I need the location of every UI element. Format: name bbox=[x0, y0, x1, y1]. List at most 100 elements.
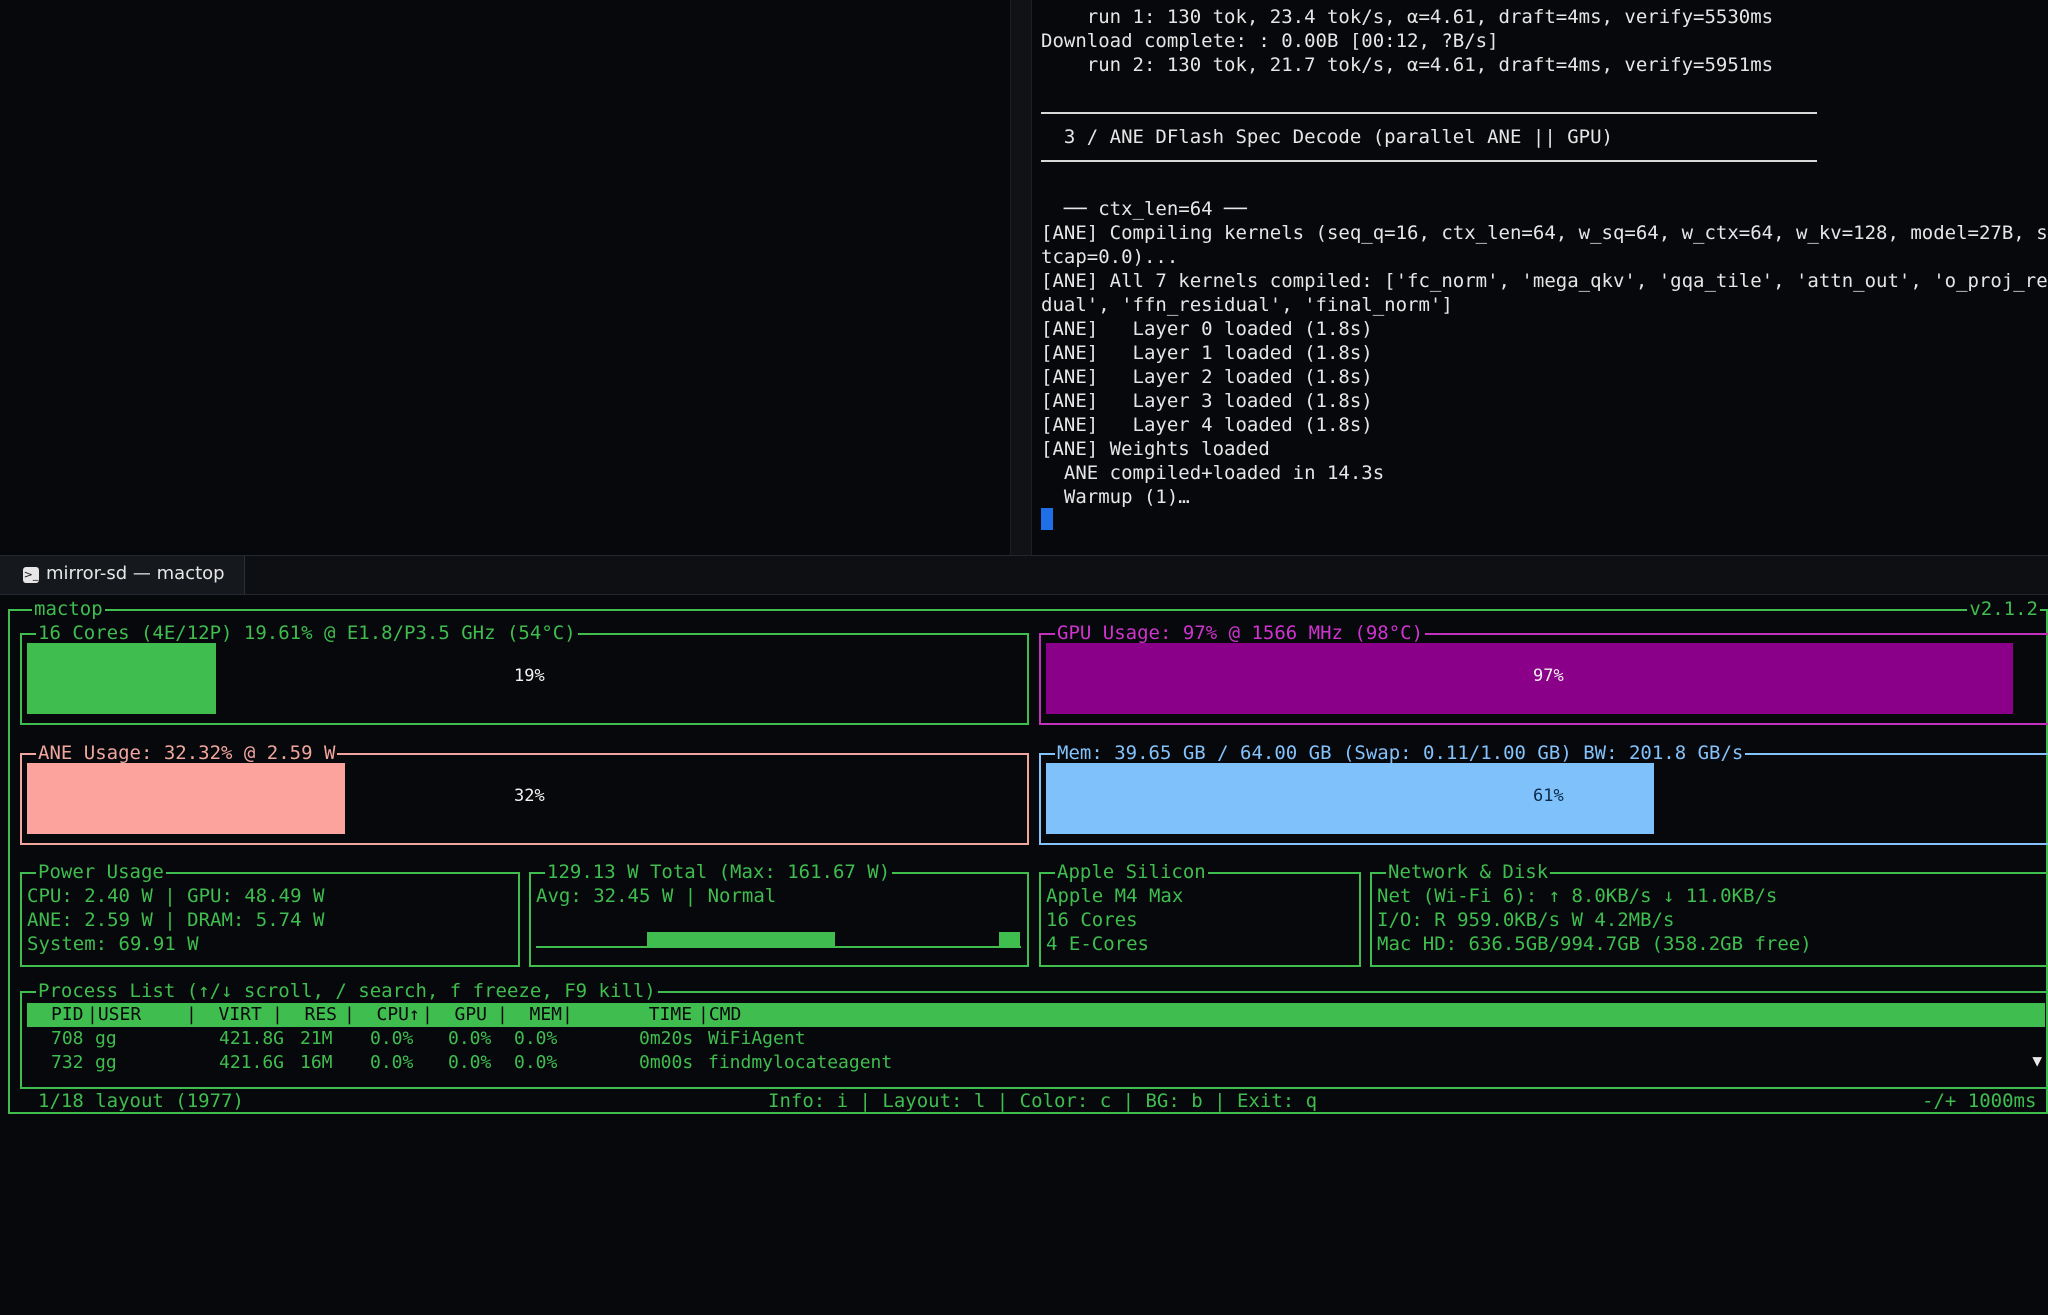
footer-refresh-interval[interactable]: -/+ 1000ms bbox=[1918, 1090, 2041, 1112]
pane-divider[interactable] bbox=[1010, 0, 1032, 555]
cpu-gauge: 16 Cores (4E/12P) 19.61% @ E1.8/P3.5 GHz… bbox=[20, 622, 1029, 725]
cpu-gauge-percent: 19% bbox=[514, 666, 545, 686]
gpu-gauge: GPU Usage: 97% @ 1566 MHz (98°C) 97% bbox=[1039, 622, 2048, 725]
cell-cmd: WiFiAgent bbox=[708, 1028, 806, 1049]
terminal-icon: >_ bbox=[23, 567, 39, 583]
memory-gauge-percent: 61% bbox=[1533, 786, 1564, 806]
terminal-line: [ANE] Layer 2 loaded (1.8s) bbox=[1041, 366, 1373, 388]
mactop-app[interactable]: mactop v2.1.2 16 Cores (4E/12P) 19.61% @… bbox=[0, 595, 2048, 1141]
tab-title: mirror-sd — mactop bbox=[46, 563, 225, 584]
terminal-line: Warmup (1)… bbox=[1041, 486, 1190, 508]
network-disk-panel: Network & Disk Net (Wi-Fi 6): ↑ 8.0KB/s … bbox=[1370, 861, 2048, 967]
cell-cpu: 0.0% bbox=[370, 1052, 414, 1073]
terminal-pane-left[interactable] bbox=[0, 0, 1010, 555]
network-disk-label: Network & Disk bbox=[1386, 861, 1551, 883]
header-user[interactable]: |USER bbox=[87, 1003, 141, 1027]
power-sparkline-bar bbox=[647, 932, 835, 947]
footer-bar: 1/18 layout (1977) Info: i | Layout: l |… bbox=[8, 1090, 2048, 1112]
cell-virt: 421.6G bbox=[219, 1052, 285, 1073]
silicon-line: Apple M4 Max bbox=[1046, 885, 1184, 907]
terminal-line: [ANE] Compiling kernels (seq_q=16, ctx_l… bbox=[1041, 222, 2048, 244]
header-mem[interactable]: | MEM bbox=[497, 1003, 562, 1027]
table-row[interactable]: 708 gg 421.8G 21M 0.0% 0.0% 0.0% 0m20s W… bbox=[27, 1027, 2045, 1051]
silicon-line: 16 Cores bbox=[1046, 909, 1138, 931]
cell-gpu: 0.0% bbox=[448, 1052, 492, 1073]
disk-usage-line: Mac HD: 636.5GB/994.7GB (358.2GB free) bbox=[1377, 933, 1812, 955]
terminal-tab-bar: >_ mirror-sd — mactop bbox=[0, 555, 2048, 595]
terminal-cursor bbox=[1041, 508, 1053, 530]
terminal-line: [ANE] Layer 3 loaded (1.8s) bbox=[1041, 390, 1373, 412]
terminal-line: dual', 'ffn_residual', 'final_norm'] bbox=[1041, 294, 1453, 316]
ane-gauge-label: ANE Usage: 32.32% @ 2.59 W bbox=[36, 742, 338, 764]
terminal-pane-right[interactable]: run 1: 130 tok, 23.4 tok/s, α=4.61, draf… bbox=[1032, 0, 2048, 555]
total-power-panel: 129.13 W Total (Max: 161.67 W) Avg: 32.4… bbox=[529, 861, 1029, 967]
terminal-line: [ANE] All 7 kernels compiled: ['fc_norm'… bbox=[1041, 270, 2048, 292]
power-usage-label: Power Usage bbox=[36, 861, 166, 883]
terminal-line: [ANE] Layer 1 loaded (1.8s) bbox=[1041, 342, 1373, 364]
header-res[interactable]: | RES bbox=[272, 1003, 337, 1027]
cell-pid: 732 bbox=[51, 1052, 84, 1073]
terminal-line: tcap=0.0)... bbox=[1041, 246, 1179, 268]
cell-cmd: findmylocateagent bbox=[708, 1052, 893, 1073]
header-gpu[interactable]: | GPU bbox=[422, 1003, 487, 1027]
cell-res: 21M bbox=[300, 1028, 333, 1049]
apple-silicon-panel: Apple Silicon Apple M4 Max 16 Cores 4 E-… bbox=[1039, 861, 1361, 967]
cell-gpu: 0.0% bbox=[448, 1028, 492, 1049]
table-row[interactable]: 732 gg 421.6G 16M 0.0% 0.0% 0.0% 0m00s f… bbox=[27, 1051, 2045, 1075]
cpu-gauge-label: 16 Cores (4E/12P) 19.61% @ E1.8/P3.5 GHz… bbox=[36, 622, 578, 644]
header-virt[interactable]: | VIRT bbox=[186, 1003, 262, 1027]
process-table-header[interactable]: PID |USER | VIRT | RES | CPU↑ | GPU | ME… bbox=[27, 1003, 2045, 1027]
scroll-down-icon[interactable]: ▼ bbox=[2032, 1051, 2042, 1070]
footer-keybindings[interactable]: Info: i | Layout: l | Color: c | BG: b |… bbox=[762, 1090, 1324, 1112]
gpu-gauge-percent: 97% bbox=[1533, 666, 1564, 686]
cell-mem: 0.0% bbox=[514, 1052, 558, 1073]
memory-gauge: Mem: 39.65 GB / 64.00 GB (Swap: 0.11/1.0… bbox=[1039, 742, 2048, 845]
ane-gauge-fill bbox=[27, 763, 345, 834]
terminal-line: Download complete: : 0.00B [00:12, ?B/s] bbox=[1041, 30, 1499, 52]
silicon-line: 4 E-Cores bbox=[1046, 933, 1149, 955]
gpu-gauge-label: GPU Usage: 97% @ 1566 MHz (98°C) bbox=[1055, 622, 1426, 644]
ane-gauge-percent: 32% bbox=[514, 786, 545, 806]
section-rule-top bbox=[1041, 112, 1817, 114]
total-power-label: 129.13 W Total (Max: 161.67 W) bbox=[545, 861, 893, 883]
process-list-label: Process List (↑/↓ scroll, / search, f fr… bbox=[36, 980, 658, 1002]
app-name: mactop bbox=[32, 598, 105, 620]
apple-silicon-label: Apple Silicon bbox=[1055, 861, 1208, 883]
memory-gauge-label: Mem: 39.65 GB / 64.00 GB (Swap: 0.11/1.0… bbox=[1055, 742, 1746, 764]
tab-mirror-sd[interactable]: >_ mirror-sd — mactop bbox=[0, 556, 245, 594]
cell-res: 16M bbox=[300, 1052, 333, 1073]
header-cmd[interactable]: |CMD bbox=[698, 1003, 741, 1027]
terminal-line: ANE compiled+loaded in 14.3s bbox=[1041, 462, 1385, 484]
process-list-panel[interactable]: Process List (↑/↓ scroll, / search, f fr… bbox=[20, 980, 2048, 1089]
section-rule-bottom bbox=[1041, 160, 1817, 162]
cpu-gauge-fill bbox=[27, 643, 216, 714]
terminal-line: run 2: 130 tok, 21.7 tok/s, α=4.61, draf… bbox=[1041, 54, 1774, 76]
cell-mem: 0.0% bbox=[514, 1028, 558, 1049]
cell-user: gg bbox=[95, 1028, 117, 1049]
header-pid[interactable]: PID bbox=[51, 1003, 84, 1027]
terminal-line: ── ctx_len=64 ── bbox=[1041, 198, 1247, 220]
section-title: 3 / ANE DFlash Spec Decode (parallel ANE… bbox=[1041, 126, 1613, 148]
power-sparkline-bar bbox=[999, 932, 1020, 947]
header-cpu[interactable]: | CPU↑ bbox=[344, 1003, 420, 1027]
header-time[interactable]: | TIME bbox=[562, 1003, 692, 1027]
disk-io-line: I/O: R 959.0KB/s W 4.2MB/s bbox=[1377, 909, 1675, 931]
terminal-line: [ANE] Layer 4 loaded (1.8s) bbox=[1041, 414, 1373, 436]
terminal-line: run 1: 130 tok, 23.4 tok/s, α=4.61, draf… bbox=[1041, 6, 1774, 28]
network-line: Net (Wi-Fi 6): ↑ 8.0KB/s ↓ 11.0KB/s bbox=[1377, 885, 1778, 907]
terminal-line: [ANE] Weights loaded bbox=[1041, 438, 1270, 460]
cell-user: gg bbox=[95, 1052, 117, 1073]
footer-layout-info: 1/18 layout (1977) bbox=[34, 1090, 248, 1112]
gpu-gauge-fill bbox=[1046, 643, 2013, 714]
header-row: PID |USER | VIRT | RES | CPU↑ | GPU | ME… bbox=[27, 1003, 2045, 1027]
ane-gauge: ANE Usage: 32.32% @ 2.59 W 32% bbox=[20, 742, 1029, 845]
power-line: System: 69.91 W bbox=[27, 933, 199, 955]
version-label: v2.1.2 bbox=[1967, 598, 2040, 620]
cell-cpu: 0.0% bbox=[370, 1028, 414, 1049]
power-average: Avg: 32.45 W | Normal bbox=[536, 885, 777, 907]
cell-virt: 421.8G bbox=[219, 1028, 285, 1049]
cell-time: 0m00s bbox=[639, 1052, 694, 1073]
power-usage-panel: Power Usage CPU: 2.40 W | GPU: 48.49 W A… bbox=[20, 861, 520, 967]
cell-time: 0m20s bbox=[639, 1028, 694, 1049]
cell-pid: 708 bbox=[51, 1028, 84, 1049]
